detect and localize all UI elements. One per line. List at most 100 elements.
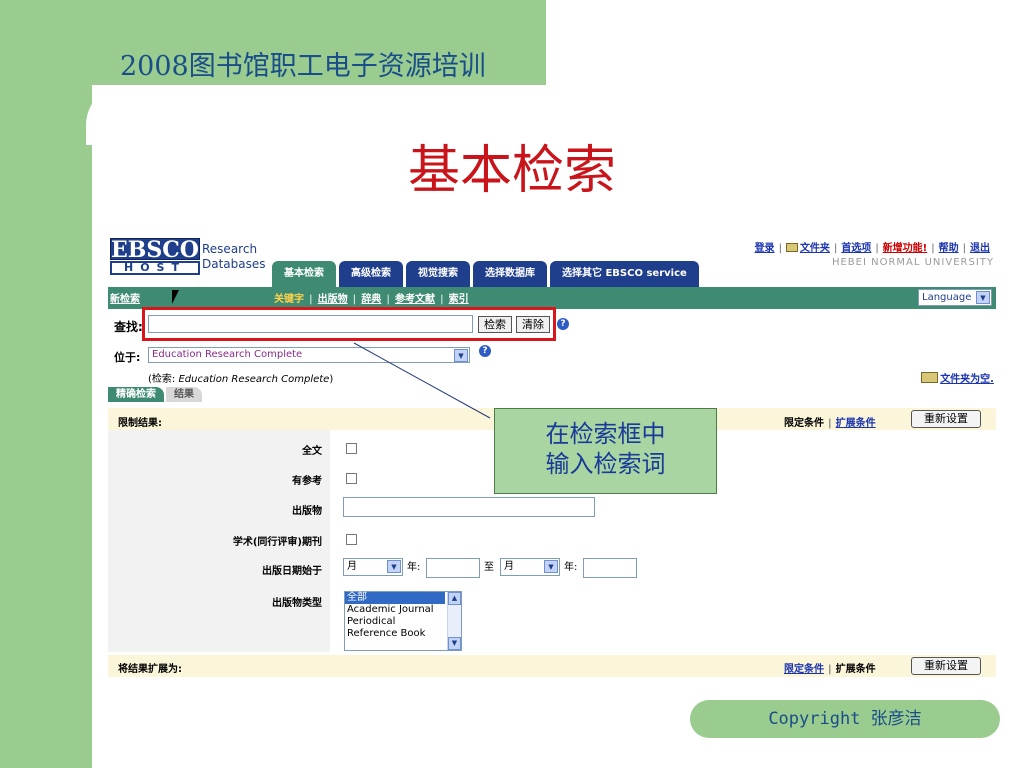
highlight-box — [142, 307, 556, 341]
database-select[interactable]: Education Research Complete ▼ — [148, 347, 470, 363]
pub-date-label: 出版日期始于 — [262, 566, 322, 577]
separator: | — [439, 294, 444, 305]
callout-box: 在检索框中 输入检索词 — [494, 408, 717, 494]
ebsco-logo-host: HOST — [110, 261, 200, 275]
expand-title: 将结果扩展为: — [118, 664, 182, 675]
new-search-link[interactable]: 新检索 — [110, 290, 140, 305]
chevron-down-icon: ▼ — [454, 349, 468, 362]
expanders-link[interactable]: 扩展条件 — [836, 418, 876, 429]
end-year-input[interactable] — [583, 558, 637, 578]
limit-title: 限制结果: — [118, 418, 162, 429]
database-selected: Education Research Complete — [152, 349, 303, 360]
publication-label: 出版物 — [292, 506, 322, 517]
ebsco-logo[interactable]: EBSCO HOST — [110, 237, 200, 275]
brand-line-1: Research — [202, 242, 258, 256]
help-icon[interactable]: ? — [479, 345, 491, 357]
reset-button[interactable]: 重新设置 — [911, 410, 981, 428]
tab-results[interactable]: 结果 — [166, 387, 202, 402]
references-link[interactable]: 参考文献 — [395, 294, 435, 305]
copyright-badge: Copyright 张彦洁 — [690, 700, 1000, 738]
main-tabs: 基本检索 高级检索 视觉搜索 选择数据库 选择其它 EBSCO service — [272, 261, 702, 287]
top-links: 登录 | 文件夹 | 首选项 | 新增功能! | 帮助 | 退出 — [755, 239, 990, 254]
searching-prefix: (检索: — [148, 374, 179, 385]
mouse-cursor-icon — [172, 290, 179, 304]
separator: | — [931, 243, 935, 254]
tab-refine-search[interactable]: 精确检索 — [108, 387, 164, 402]
login-link[interactable]: 登录 — [755, 243, 775, 254]
sub-nav: 关键字 | 出版物 | 辞典 | 参考文献 | 索引 — [274, 290, 469, 305]
list-item[interactable]: Academic Journal — [345, 604, 445, 616]
index-link[interactable]: 索引 — [449, 294, 469, 305]
slide-left-bar — [0, 0, 92, 768]
sub-tabs: 精确检索 结果 — [108, 387, 204, 402]
folder-empty-link[interactable]: 文件夹为空. — [940, 374, 994, 385]
references-checkbox[interactable] — [346, 473, 357, 484]
location-label: 位于: — [114, 351, 141, 364]
folder-icon — [921, 372, 939, 383]
references-label: 有参考 — [292, 476, 322, 487]
preferences-link[interactable]: 首选项 — [841, 243, 871, 254]
list-item[interactable]: 全部 — [345, 592, 445, 604]
tab-visual-search[interactable]: 视觉搜索 — [406, 261, 470, 287]
separator: | — [962, 243, 966, 254]
language-select[interactable]: Language ▼ — [918, 289, 992, 306]
reset-button[interactable]: 重新设置 — [911, 657, 981, 675]
full-text-checkbox[interactable] — [346, 443, 357, 454]
separator: | — [833, 243, 838, 254]
pub-type-label: 出版物类型 — [272, 598, 322, 609]
dictionary-link[interactable]: 辞典 — [361, 294, 381, 305]
new-features-link[interactable]: 新增功能! — [883, 243, 928, 254]
separator: | — [828, 664, 832, 675]
start-year-label: 年: — [407, 562, 421, 573]
start-month-value: 月 — [347, 561, 357, 572]
exit-link[interactable]: 退出 — [970, 243, 990, 254]
searching-suffix: ) — [329, 374, 334, 385]
chevron-down-icon: ▼ — [387, 560, 401, 573]
separator: | — [778, 243, 782, 254]
expand-links: 限定条件 | 扩展条件 — [784, 660, 876, 675]
brand-line-2: Databases — [202, 257, 266, 271]
separator: | — [309, 294, 313, 305]
peer-reviewed-checkbox[interactable] — [346, 534, 357, 545]
start-year-input[interactable] — [426, 558, 480, 578]
expanders-label: 扩展条件 — [835, 664, 876, 675]
chevron-down-icon: ▼ — [544, 560, 558, 573]
scroll-down-icon[interactable]: ▼ — [448, 637, 461, 650]
searching-db: Education Research Complete — [178, 374, 330, 385]
tab-basic-search[interactable]: 基本检索 — [272, 261, 336, 287]
list-item[interactable]: Reference Book — [345, 628, 445, 640]
keyword-link[interactable]: 关键字 — [274, 294, 304, 305]
peer-reviewed-label: 学术(同行评审)期刊 — [232, 537, 322, 548]
find-label: 查找: — [114, 320, 143, 334]
help-icon[interactable]: ? — [557, 318, 569, 330]
slide-main-title: 基本检索 — [407, 141, 616, 201]
limiters-label: 限定条件 — [784, 418, 824, 429]
scroll-up-icon[interactable]: ▲ — [448, 592, 461, 605]
folder-link[interactable]: 文件夹 — [800, 243, 830, 254]
end-year-label: 年: — [564, 562, 578, 573]
brand-text: Research Databases — [202, 242, 266, 272]
folder-status: 文件夹为空. — [921, 370, 994, 385]
tab-other-services[interactable]: 选择其它 EBSCO service — [550, 261, 699, 287]
limit-links: 限定条件 | 扩展条件 — [784, 414, 876, 429]
tab-advanced-search[interactable]: 高级检索 — [339, 261, 403, 287]
ebsco-logo-top: EBSCO — [110, 237, 200, 263]
separator: | — [386, 294, 390, 305]
callout-line-2: 输入检索词 — [545, 450, 666, 478]
university-name: HEBEI NORMAL UNIVERSITY — [831, 257, 994, 268]
separator: | — [352, 294, 357, 305]
callout-line-1: 在检索框中 — [545, 420, 666, 448]
to-label: 至 — [484, 562, 494, 573]
help-link[interactable]: 帮助 — [939, 243, 959, 254]
publications-link[interactable]: 出版物 — [318, 294, 348, 305]
end-month-select[interactable]: 月 ▼ — [500, 558, 560, 576]
limiters-link[interactable]: 限定条件 — [784, 664, 824, 675]
tab-choose-databases[interactable]: 选择数据库 — [473, 261, 547, 287]
publication-input[interactable] — [343, 497, 595, 517]
scrollbar[interactable]: ▲ ▼ — [447, 592, 461, 650]
pub-type-listbox[interactable]: 全部 Academic Journal Periodical Reference… — [344, 591, 462, 651]
start-month-select[interactable]: 月 ▼ — [343, 558, 403, 576]
list-item[interactable]: Periodical — [345, 616, 445, 628]
slide-header-title: 2008图书馆职工电子资源培训 — [120, 51, 486, 82]
searching-note: (检索: Education Research Complete) — [148, 370, 333, 385]
